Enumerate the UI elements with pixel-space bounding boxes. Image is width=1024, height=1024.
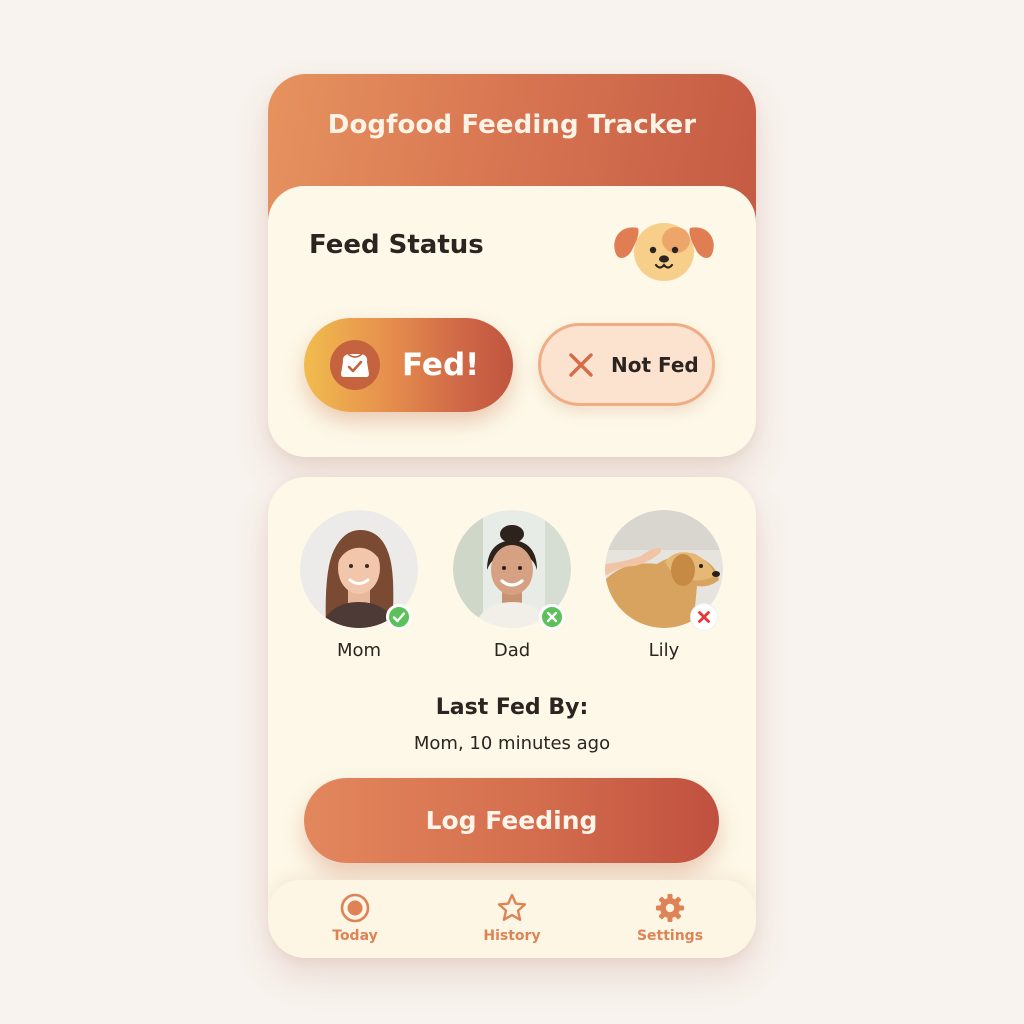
not-fed-button-label: Not Fed [611,352,699,377]
member-lily[interactable]: Lily [604,510,724,661]
x-icon [569,352,593,377]
member-mom[interactable]: Mom [299,510,419,661]
x-icon [698,611,710,623]
tab-label: History [483,928,541,944]
avatar [453,510,571,630]
dog-face-icon [614,223,714,281]
app-container: Dogfood Feeding Tracker Feed Status Fed!… [268,74,756,958]
feed-status-title: Feed Status [309,230,484,260]
member-name: Mom [336,640,382,661]
tab-bar: Today History Settings [268,880,756,958]
status-panel: Feed Status Fed! Not Fed [268,186,756,457]
tab-label: Settings [636,928,704,944]
tab-today[interactable]: Today [300,892,410,944]
fed-button-label: Fed! [402,347,480,383]
app-title: Dogfood Feeding Tracker [327,110,697,140]
log-feeding-button[interactable]: Log Feeding [304,778,719,863]
member-name: Lily [648,640,680,661]
last-fed-value: Mom, 10 minutes ago [413,733,611,754]
star-icon [497,893,527,921]
gear-icon [656,894,684,922]
fed-button[interactable]: Fed! [304,318,513,412]
not-fed-button[interactable]: Not Fed [538,323,715,406]
food-bowl-check-icon [330,340,380,390]
check-icon [392,612,406,623]
avatar [300,510,418,630]
fed-check-badge [386,604,412,630]
x-circle-icon [546,611,558,623]
last-fed-title: Last Fed By: [435,695,589,720]
member-dad[interactable]: Dad [452,510,572,661]
family-card: Mom Dad Lily Last Fed By: Mom, 10 minute… [268,477,756,958]
target-icon [340,893,370,923]
fed-check-badge [539,604,565,630]
tab-settings[interactable]: Settings [615,892,725,944]
avatar [605,510,723,630]
feed-status-card: Dogfood Feeding Tracker Feed Status Fed!… [268,74,756,457]
tab-history[interactable]: History [457,892,567,944]
tab-label: Today [332,928,378,944]
member-name: Dad [493,640,531,661]
not-fed-badge [691,604,717,630]
